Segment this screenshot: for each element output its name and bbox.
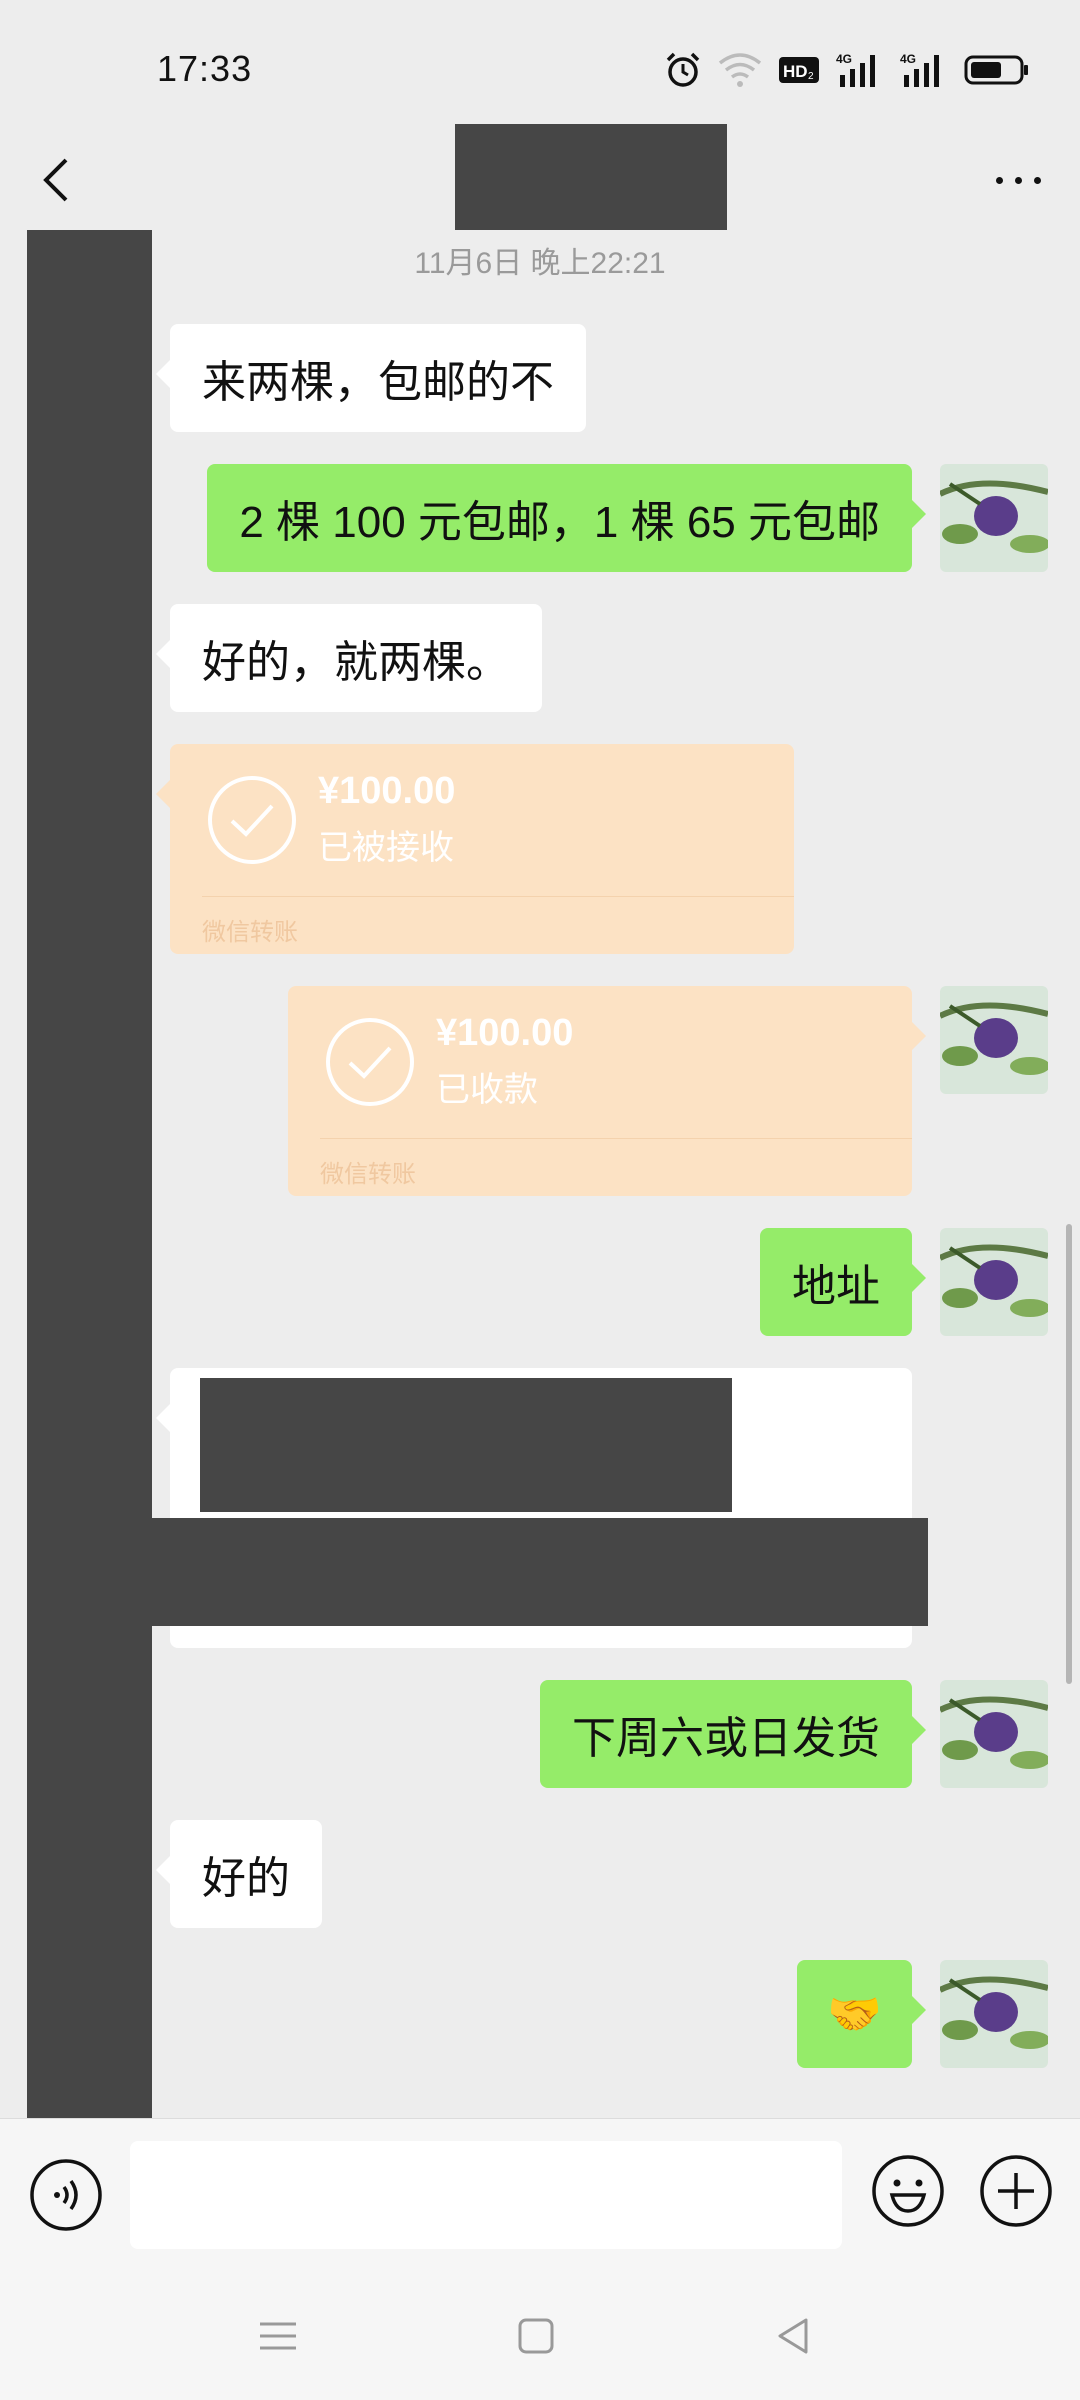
check-circle-icon	[326, 1018, 414, 1106]
transfer-divider	[202, 896, 794, 897]
back-triangle-icon[interactable]	[770, 2312, 818, 2360]
alarm-icon	[666, 52, 700, 87]
message-timestamp: 11月6日 晚上22:21	[414, 247, 666, 280]
input-bar	[0, 2118, 1080, 2273]
message-text: 2 棵 100 元包邮，1 棵 65 元包邮	[239, 498, 880, 547]
home-icon[interactable]	[512, 2312, 560, 2360]
chevron-left-icon[interactable]	[30, 152, 86, 208]
message-text: 好的	[202, 1854, 290, 1903]
message-bubble-sent[interactable]: 2 棵 100 元包邮，1 棵 65 元包邮	[207, 464, 926, 572]
handshake-emoji: 🤝	[827, 1990, 882, 2039]
emoji-icon[interactable]	[870, 2153, 946, 2229]
transfer-amount: ¥100.00	[318, 770, 456, 812]
svg-text:4G: 4G	[900, 52, 916, 66]
status-icons: HD 2 4G 4G	[664, 48, 1030, 92]
battery-icon	[964, 55, 1028, 85]
plum-avatar-image	[940, 464, 1048, 572]
avatar[interactable]	[940, 1228, 1048, 1336]
transfer-status: 已收款	[436, 1071, 538, 1109]
svg-text:4G: 4G	[836, 52, 852, 66]
transfer-status: 已被接收	[318, 829, 454, 867]
message-bubble-sent[interactable]: 🤝	[797, 1960, 926, 2068]
message-bubble-sent[interactable]: 下周六或日发货	[540, 1680, 926, 1788]
message-text: 地址	[792, 1262, 880, 1311]
avatar[interactable]	[940, 1960, 1048, 2068]
plum-avatar-image	[940, 1680, 1048, 1788]
check-circle-icon	[208, 776, 296, 864]
message-text: 下周六或日发货	[572, 1714, 880, 1763]
transfer-card-received[interactable]: ¥100.00 已被接收 微信转账	[156, 744, 794, 954]
4g-signal-icon: 4G	[836, 52, 875, 87]
message-bubble-sent[interactable]: 地址	[760, 1228, 926, 1336]
transfer-divider	[320, 1138, 912, 1139]
transfer-amount: ¥100.00	[436, 1012, 574, 1054]
transfer-footer: 微信转账	[320, 1161, 416, 1188]
chat-title-redacted	[455, 124, 727, 232]
message-text: 好的，就两棵。	[202, 638, 510, 687]
voice-icon[interactable]	[28, 2157, 104, 2233]
chat-messages[interactable]: 11月6日 晚上22:21 来两棵，包邮的不 2 棵 100 元包邮，1 棵 6…	[0, 230, 1080, 2118]
more-dots-icon[interactable]	[986, 152, 1050, 208]
avatar[interactable]	[940, 464, 1048, 572]
wifi-icon	[718, 53, 762, 87]
plum-avatar-image	[940, 986, 1048, 1094]
avatar[interactable]	[940, 1680, 1048, 1788]
message-bubble-received[interactable]: 好的，就两棵。	[156, 604, 542, 712]
message-bubble-received[interactable]: 好的	[156, 1820, 322, 1928]
avatar-redacted	[27, 230, 152, 2118]
transfer-card-sent[interactable]: ¥100.00 已收款 微信转账	[288, 986, 926, 1196]
svg-text:2: 2	[808, 71, 814, 82]
avatar[interactable]	[940, 986, 1048, 1094]
message-input[interactable]	[130, 2141, 842, 2249]
chat-header	[0, 124, 1080, 232]
scrollbar[interactable]	[1066, 1224, 1072, 1684]
menu-icon[interactable]	[254, 2312, 302, 2360]
plus-icon[interactable]	[978, 2153, 1054, 2229]
message-bubble-received[interactable]: 来两棵，包邮的不	[156, 324, 586, 432]
plum-avatar-image	[940, 1960, 1048, 2068]
system-navigation-bar	[0, 2272, 1080, 2400]
plum-avatar-image	[940, 1228, 1048, 1336]
transfer-footer: 微信转账	[202, 919, 298, 946]
address-redacted	[152, 1518, 928, 1626]
message-bubble-received-redacted[interactable]	[152, 1368, 928, 1648]
4g-signal-icon: 4G	[900, 52, 939, 87]
address-redacted	[200, 1378, 732, 1512]
svg-text:HD: HD	[783, 62, 808, 81]
message-text: 来两棵，包邮的不	[202, 358, 554, 407]
status-bar: 17:33 HD 2 4G 4G	[0, 0, 1080, 130]
hd-icon: HD 2	[779, 57, 819, 83]
status-time: 17:33	[157, 48, 253, 89]
